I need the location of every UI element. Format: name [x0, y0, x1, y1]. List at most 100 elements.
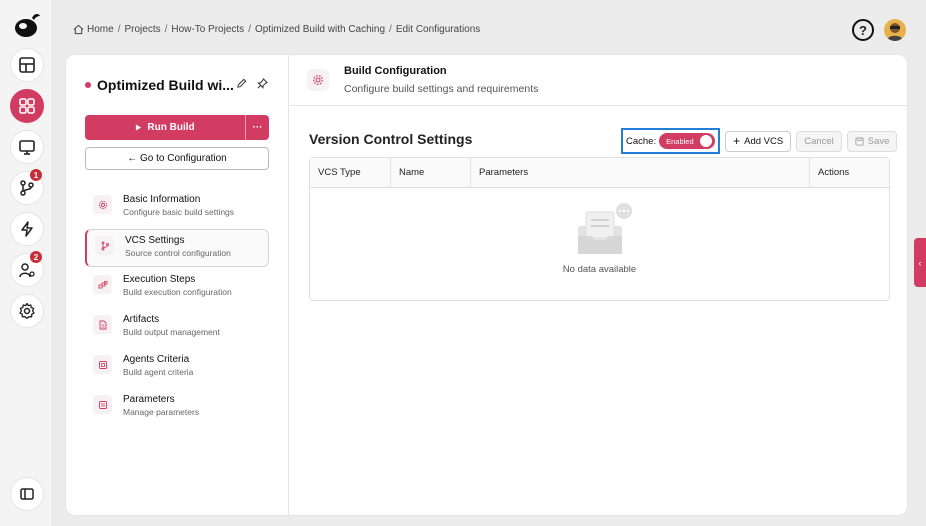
section-header: Build Configuration Configure build sett… [290, 55, 907, 106]
file-icon [93, 315, 112, 334]
nav-item-subtitle: Configure basic build settings [123, 207, 235, 217]
agent-icon [93, 355, 112, 374]
gear-icon [19, 302, 35, 320]
nav-agents-criteria[interactable]: Agents Criteria Build agent criteria [85, 349, 269, 387]
git-branch-icon [20, 180, 34, 196]
top-right-actions: ? [852, 19, 906, 41]
nav-item-subtitle: Manage parameters [123, 407, 200, 417]
config-nav: Basic Information Configure basic build s… [85, 189, 269, 429]
nav-item-title: Parameters [123, 394, 175, 405]
rail-lightning-button[interactable] [10, 212, 44, 246]
column-header: Actions [818, 167, 850, 178]
title-actions [236, 78, 268, 89]
section-subtitle: Configure build settings and requirement… [344, 83, 539, 95]
breadcrumb-current: Edit Configurations [395, 24, 481, 35]
rail-board-button[interactable] [10, 48, 44, 82]
home-icon[interactable] [73, 24, 84, 35]
toggle-knob [700, 135, 713, 147]
plus-icon: + [733, 134, 741, 148]
save-button[interactable]: Save [846, 130, 898, 152]
app-logo-icon[interactable] [12, 10, 42, 40]
rail-settings-button[interactable] [10, 294, 44, 328]
add-vcs-label: Add VCS [744, 135, 784, 147]
build-title: Optimized Build wi... [85, 77, 234, 93]
edit-icon[interactable] [236, 78, 247, 89]
breadcrumb-home[interactable]: Home [87, 24, 114, 35]
table-header: VCS Type Name Parameters Actions [310, 158, 889, 188]
main-card: Optimized Build wi... Run Build ··· ← Go… [65, 54, 908, 516]
breadcrumb: Home / Projects / How-To Projects / Opti… [73, 24, 480, 35]
nav-item-title: Basic Information [123, 194, 201, 205]
play-icon [136, 124, 142, 131]
nav-item-title: Agents Criteria [123, 354, 190, 365]
cache-label: Cache: [626, 135, 657, 147]
rail-vcs-button[interactable]: 1 [10, 169, 44, 205]
cancel-button[interactable]: Cancel [796, 130, 842, 152]
user-settings-icon [19, 263, 35, 278]
breadcrumb-how-to-projects[interactable]: How-To Projects [171, 24, 244, 35]
empty-state: No data available [310, 202, 889, 275]
nav-item-subtitle: Build output management [123, 327, 220, 337]
nav-vcs-settings[interactable]: VCS Settings Source control configuration [85, 229, 269, 267]
column-header[interactable]: VCS Type [310, 158, 391, 187]
rail-users-button[interactable]: 2 [10, 251, 44, 287]
sidebar-toggle-icon [20, 488, 34, 500]
status-dot [85, 82, 91, 88]
app-rail: 1 2 [0, 0, 53, 526]
nav-item-subtitle: Build execution configuration [123, 287, 232, 297]
go-to-configuration-button[interactable]: ← Go to Configuration [85, 147, 269, 170]
params-icon [93, 395, 112, 414]
section-title: Build Configuration [344, 65, 447, 77]
nav-artifacts[interactable]: Artifacts Build output management [85, 309, 269, 347]
rail-monitor-button[interactable] [10, 130, 44, 164]
help-icon[interactable]: ? [852, 19, 874, 41]
build-title-text: Optimized Build wi... [97, 77, 234, 93]
cache-state: Enabled [666, 136, 694, 146]
rail-projects-button[interactable] [10, 89, 44, 123]
run-build-button-group: Run Build ··· [85, 115, 269, 140]
gear-icon [93, 195, 112, 214]
board-icon [19, 57, 35, 73]
vcs-toolbar: Cache: Enabled + Add VCS Cancel Save [621, 128, 898, 154]
monitor-icon [19, 140, 35, 155]
cache-toggle[interactable]: Enabled [659, 133, 716, 149]
avatar[interactable] [884, 19, 906, 41]
save-icon [855, 136, 864, 146]
pin-icon[interactable] [257, 78, 268, 89]
nav-execution-steps[interactable]: Execution Steps Build execution configura… [85, 269, 269, 307]
side-panel-toggle[interactable]: ‹ [914, 238, 926, 287]
build-sidebar: Optimized Build wi... Run Build ··· ← Go… [66, 55, 289, 515]
breadcrumb-build[interactable]: Optimized Build with Caching [255, 24, 385, 35]
breadcrumb-separator: / [117, 24, 121, 35]
gear-icon [307, 69, 329, 91]
vcs-title: Version Control Settings [309, 131, 473, 147]
run-build-label: Run Build [147, 122, 195, 133]
empty-state-text: No data available [562, 264, 637, 275]
vcs-table: VCS Type Name Parameters Actions No data… [309, 157, 890, 301]
nav-item-subtitle: Source control configuration [125, 248, 231, 258]
steps-icon [93, 275, 112, 294]
run-build-button[interactable]: Run Build [85, 115, 245, 140]
run-options-button[interactable]: ··· [245, 115, 269, 140]
add-vcs-button[interactable]: + Add VCS [725, 130, 792, 152]
nav-item-title: VCS Settings [125, 235, 185, 246]
user-avatar-icon [887, 23, 903, 41]
lightning-icon [21, 221, 33, 237]
save-label: Save [867, 135, 890, 147]
breadcrumb-separator: / [164, 24, 168, 35]
breadcrumb-separator: / [248, 24, 251, 35]
vcs-badge: 1 [30, 169, 42, 181]
breadcrumb-separator: / [389, 24, 392, 35]
rail-collapse-button[interactable] [10, 477, 44, 511]
nav-item-title: Artifacts [123, 314, 160, 325]
column-header[interactable]: Name [391, 158, 471, 187]
cache-control: Cache: Enabled [621, 128, 721, 154]
nav-basic-information[interactable]: Basic Information Configure basic build s… [85, 189, 269, 227]
nav-parameters[interactable]: Parameters Manage parameters [85, 389, 269, 427]
empty-inbox-icon [577, 203, 632, 254]
column-header[interactable]: Parameters [471, 158, 810, 187]
nav-item-title: Execution Steps [123, 274, 196, 285]
nav-item-subtitle: Build agent criteria [123, 367, 194, 377]
grid-icon [19, 98, 35, 114]
breadcrumb-projects[interactable]: Projects [124, 24, 160, 35]
